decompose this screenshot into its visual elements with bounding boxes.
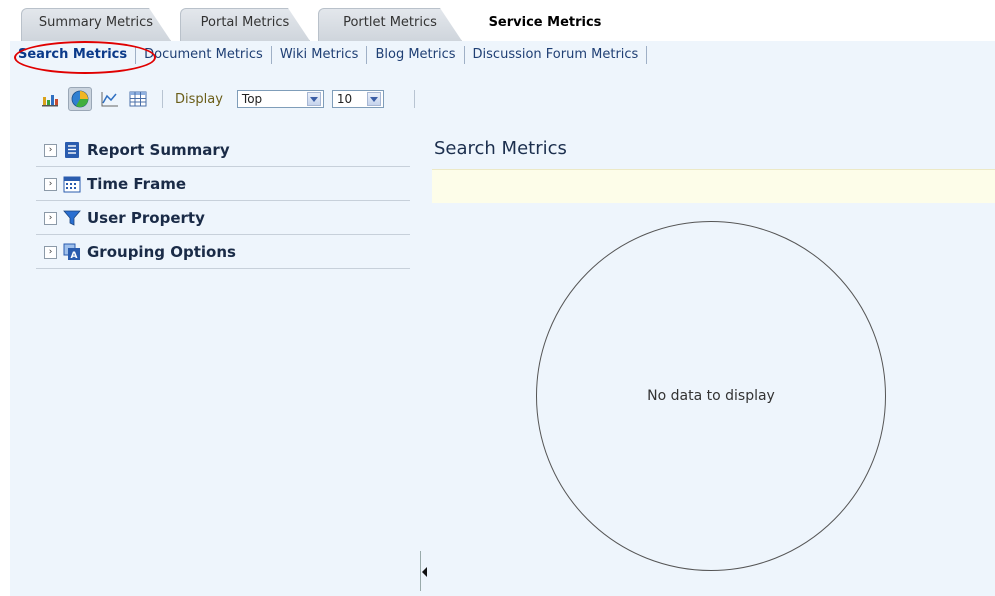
accordion-label: Grouping Options <box>87 243 236 261</box>
no-data-message: No data to display <box>647 388 775 404</box>
panel-splitter[interactable] <box>420 551 427 591</box>
display-count-select[interactable]: 10 <box>331 90 384 108</box>
tab-portal-metrics[interactable]: Portal Metrics <box>180 8 310 41</box>
accordion-report-summary[interactable]: › Report Summary <box>36 134 410 167</box>
subtab-discussion-forum-metrics[interactable]: Discussion Forum Metrics <box>465 46 648 64</box>
expand-icon[interactable]: › <box>44 177 57 191</box>
view-toolbar: Display Top 10 <box>40 87 415 111</box>
pie-chart-icon[interactable] <box>68 87 92 111</box>
display-count-value: 10 <box>336 92 353 106</box>
metrics-subtab-bar: Search Metrics Document Metrics Wiki Met… <box>10 41 648 69</box>
subtab-document-metrics[interactable]: Document Metrics <box>136 46 272 64</box>
expand-icon[interactable]: › <box>44 143 57 157</box>
toolbar-separator <box>162 90 163 108</box>
filter-accordion: › Report Summary › Time Frame › User Pro… <box>36 134 410 270</box>
bar-chart-icon[interactable] <box>40 89 60 109</box>
display-order-value: Top <box>241 92 263 106</box>
tab-label: Summary Metrics <box>38 15 154 30</box>
accordion-label: User Property <box>87 209 205 227</box>
grouping-icon: A <box>63 243 81 261</box>
panel-info-band <box>432 169 995 203</box>
tab-label: Portlet Metrics <box>343 15 437 30</box>
pie-chart-empty: No data to display <box>536 221 886 571</box>
subtab-search-metrics[interactable]: Search Metrics <box>10 46 137 64</box>
expand-icon[interactable]: › <box>44 245 57 259</box>
top-tab-bar: Summary Metrics Portal Metrics Portlet M… <box>0 0 995 41</box>
tab-summary-metrics[interactable]: Summary Metrics <box>21 8 171 41</box>
tab-portlet-metrics[interactable]: Portlet Metrics <box>318 8 462 41</box>
subtab-wiki-metrics[interactable]: Wiki Metrics <box>272 46 368 64</box>
service-metrics-content: Search Metrics Document Metrics Wiki Met… <box>10 41 995 596</box>
accordion-label: Report Summary <box>87 141 230 159</box>
display-label: Display <box>175 91 223 107</box>
tab-label: Service Metrics <box>488 15 602 30</box>
accordion-user-property[interactable]: › User Property <box>36 202 410 235</box>
subtab-blog-metrics[interactable]: Blog Metrics <box>367 46 465 64</box>
collapse-left-icon[interactable] <box>422 567 427 577</box>
toolbar-separator <box>413 90 415 108</box>
expand-icon[interactable]: › <box>44 211 57 225</box>
panel-title: Search Metrics <box>434 138 567 159</box>
report-summary-icon <box>63 141 81 159</box>
chevron-down-icon[interactable] <box>366 92 381 106</box>
chevron-down-icon[interactable] <box>306 92 321 106</box>
tab-label: Portal Metrics <box>200 15 290 30</box>
accordion-label: Time Frame <box>87 175 187 193</box>
accordion-time-frame[interactable]: › Time Frame <box>36 168 410 201</box>
accordion-grouping-options[interactable]: › A Grouping Options <box>36 236 410 269</box>
tab-service-metrics[interactable]: Service Metrics <box>470 8 620 41</box>
svg-text:A: A <box>71 251 78 261</box>
line-chart-icon[interactable] <box>100 89 120 109</box>
calendar-icon <box>63 175 81 193</box>
display-order-select[interactable]: Top <box>236 90 324 108</box>
filter-icon <box>63 209 81 227</box>
table-icon[interactable] <box>128 89 148 109</box>
